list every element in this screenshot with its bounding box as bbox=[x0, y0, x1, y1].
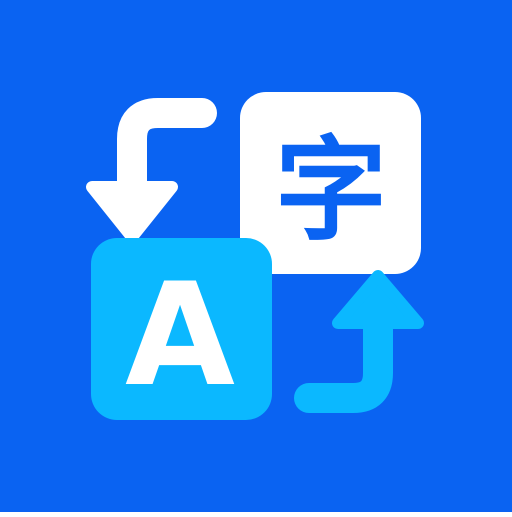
target-language-glyph: 字 bbox=[275, 126, 387, 256]
source-language-glyph: A bbox=[125, 253, 235, 418]
translate-app-icon-graphic: 字 A bbox=[0, 0, 512, 512]
app-icon[interactable]: 字 A bbox=[0, 0, 512, 512]
